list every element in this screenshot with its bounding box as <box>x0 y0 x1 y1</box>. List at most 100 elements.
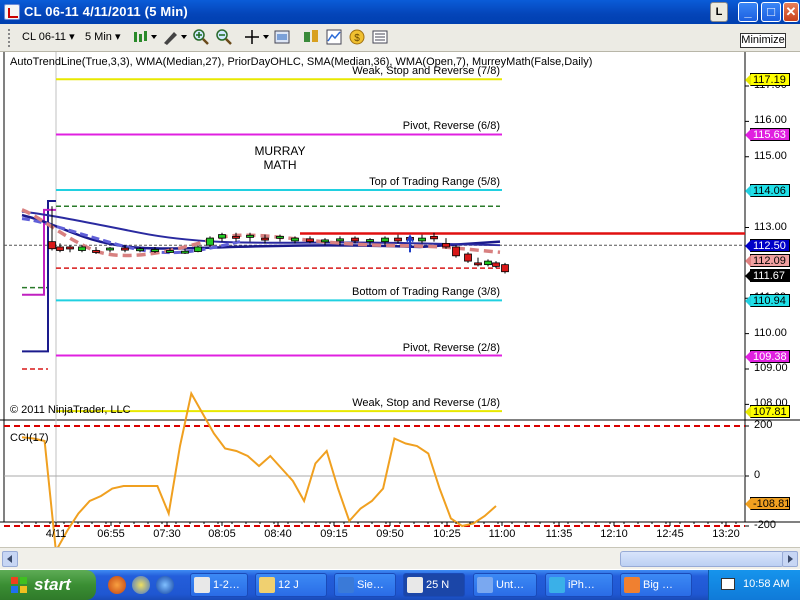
candle-up <box>78 246 86 251</box>
candle-up <box>136 248 144 252</box>
firefox-quicklaunch-icon[interactable] <box>108 576 126 594</box>
taskbar-button[interactable]: 1-2… <box>190 573 248 597</box>
close-window-button[interactable]: ✕ <box>783 2 799 22</box>
candle-up <box>418 237 426 242</box>
candle-down <box>430 235 438 240</box>
scroll-right-button[interactable] <box>782 551 798 567</box>
start-button[interactable]: start <box>0 570 96 600</box>
time-axis-label: 09:50 <box>376 528 404 540</box>
ie-quicklaunch-icon[interactable] <box>156 576 174 594</box>
time-axis-label: 09:15 <box>320 528 348 540</box>
candle-up <box>166 250 174 253</box>
candle-up <box>366 239 374 243</box>
minimize-toolbar-button[interactable]: Minimize <box>740 33 786 48</box>
murray-level-label: Weak, Stop and Reverse (1/8) <box>352 397 500 410</box>
candle-up <box>381 237 389 243</box>
globe-icon <box>338 577 354 593</box>
window-title: CL 06-11 4/11/2011 (5 Min) <box>24 4 188 19</box>
taskbar-button[interactable]: Sie… <box>334 573 396 597</box>
pencil-icon[interactable] <box>162 29 188 45</box>
murray-level-label: Top of Trading Range (5/8) <box>369 176 500 188</box>
time-axis-label: 12:45 <box>656 528 684 540</box>
taskbar-button[interactable]: Unt… <box>473 573 537 597</box>
taskbar-button-label: 12 J <box>278 579 299 591</box>
phone-icon <box>549 577 565 593</box>
indicator-list: AutoTrendLine(True,3,3), WMA(Median,27),… <box>10 56 593 68</box>
bar-style-icon[interactable] <box>132 29 158 45</box>
chevron-down-icon: ▾ <box>114 31 121 43</box>
strategy-icon[interactable] <box>303 29 319 45</box>
murray-level-label: Bottom of Trading Range (3/8) <box>352 286 500 299</box>
candle-down <box>351 237 359 242</box>
price-marker: 107.81 <box>745 405 790 419</box>
scroll-thumb[interactable] <box>620 551 784 567</box>
document-icon <box>477 577 493 593</box>
time-axis-label: 08:05 <box>208 528 236 540</box>
candle-down <box>501 264 509 273</box>
time-axis-label: 06:55 <box>97 528 125 540</box>
properties-icon[interactable] <box>274 29 290 45</box>
murray-label-line2: MATH <box>263 158 297 172</box>
chart-panel[interactable]: AutoTrendLine(True,3,3), WMA(Median,27),… <box>0 52 800 547</box>
candle-up <box>194 246 202 252</box>
desktop-quicklaunch-icon[interactable] <box>132 576 150 594</box>
price-marker: 112.09 <box>745 253 790 267</box>
chart-app-icon <box>4 4 20 20</box>
candle-up <box>218 234 226 239</box>
candle-up <box>484 260 492 266</box>
network-icon[interactable] <box>721 578 735 590</box>
candle-down <box>306 238 314 243</box>
cci-panel-label: CCI(17) <box>10 432 49 444</box>
interval-label: 5 Min <box>85 31 112 43</box>
candle-down <box>121 247 129 251</box>
time-axis-label: 12:10 <box>600 528 628 540</box>
zoom-in-icon[interactable] <box>193 29 209 45</box>
taskbar-button[interactable]: iPh… <box>545 573 613 597</box>
candle-down <box>92 250 100 253</box>
title-bar: CL 06-11 4/11/2011 (5 Min) L _ □ ✕ <box>0 0 800 24</box>
price-axis-label: 110.00 <box>754 326 787 339</box>
candle-down <box>442 243 450 248</box>
svg-text:$: $ <box>354 33 360 44</box>
clock-icon <box>407 577 423 593</box>
chart-scrollbar[interactable] <box>0 547 800 569</box>
candle-up <box>206 237 214 246</box>
candle-down <box>232 235 240 239</box>
instrument-selector[interactable]: CL 06-11 ▾ <box>22 30 75 46</box>
price-marker: 109.38 <box>745 349 790 363</box>
crosshair-icon[interactable] <box>244 29 270 45</box>
candle-up <box>336 238 344 242</box>
time-axis-label: 11:00 <box>488 528 516 540</box>
windows-taskbar: start 1-2… 12 J Sie… 25 N Unt… iPh… Big … 10:5… <box>0 570 800 600</box>
minimize-window-button[interactable]: _ <box>738 2 758 22</box>
candle-down <box>48 241 56 250</box>
system-tray: 10:58 AM <box>708 570 800 600</box>
time-axis-label: 07:30 <box>153 528 181 540</box>
cci-axis-label: 200 <box>754 419 773 431</box>
data-box-icon[interactable] <box>372 29 388 45</box>
price-axis-label: 115.00 <box>754 149 787 162</box>
taskbar-button-label: iPh… <box>568 579 595 591</box>
indicator-icon[interactable] <box>326 29 342 45</box>
price-marker: 117.19 <box>745 73 790 87</box>
zoom-out-icon[interactable] <box>216 29 232 45</box>
chart-canvas[interactable] <box>0 52 800 547</box>
money-icon[interactable]: $ <box>349 29 365 45</box>
candle-down <box>452 246 460 257</box>
chevron-down-icon: ▾ <box>69 31 75 43</box>
scroll-left-button[interactable] <box>2 551 18 567</box>
price-axis-label: 113.00 <box>754 220 787 233</box>
taskbar-button[interactable]: 25 N <box>403 573 465 597</box>
time-axis-label: 11:35 <box>545 528 573 540</box>
chart-toolbar: CL 06-11 ▾ 5 Min ▾ $ <box>0 24 800 52</box>
interval-selector[interactable]: 5 Min ▾ <box>85 30 121 46</box>
candle-down <box>394 237 402 242</box>
murray-level-label: Weak, Stop and Reverse (7/8) <box>352 65 500 78</box>
time-axis-label: 08:40 <box>264 528 292 540</box>
l-button[interactable]: L <box>710 2 728 22</box>
time-axis-label: 13:20 <box>712 528 740 540</box>
taskbar-button[interactable]: Big … <box>620 573 692 597</box>
taskbar-button[interactable]: 12 J <box>255 573 327 597</box>
maximize-window-button[interactable]: □ <box>761 2 781 22</box>
murray-math-label: MURRAY MATH <box>240 144 320 172</box>
